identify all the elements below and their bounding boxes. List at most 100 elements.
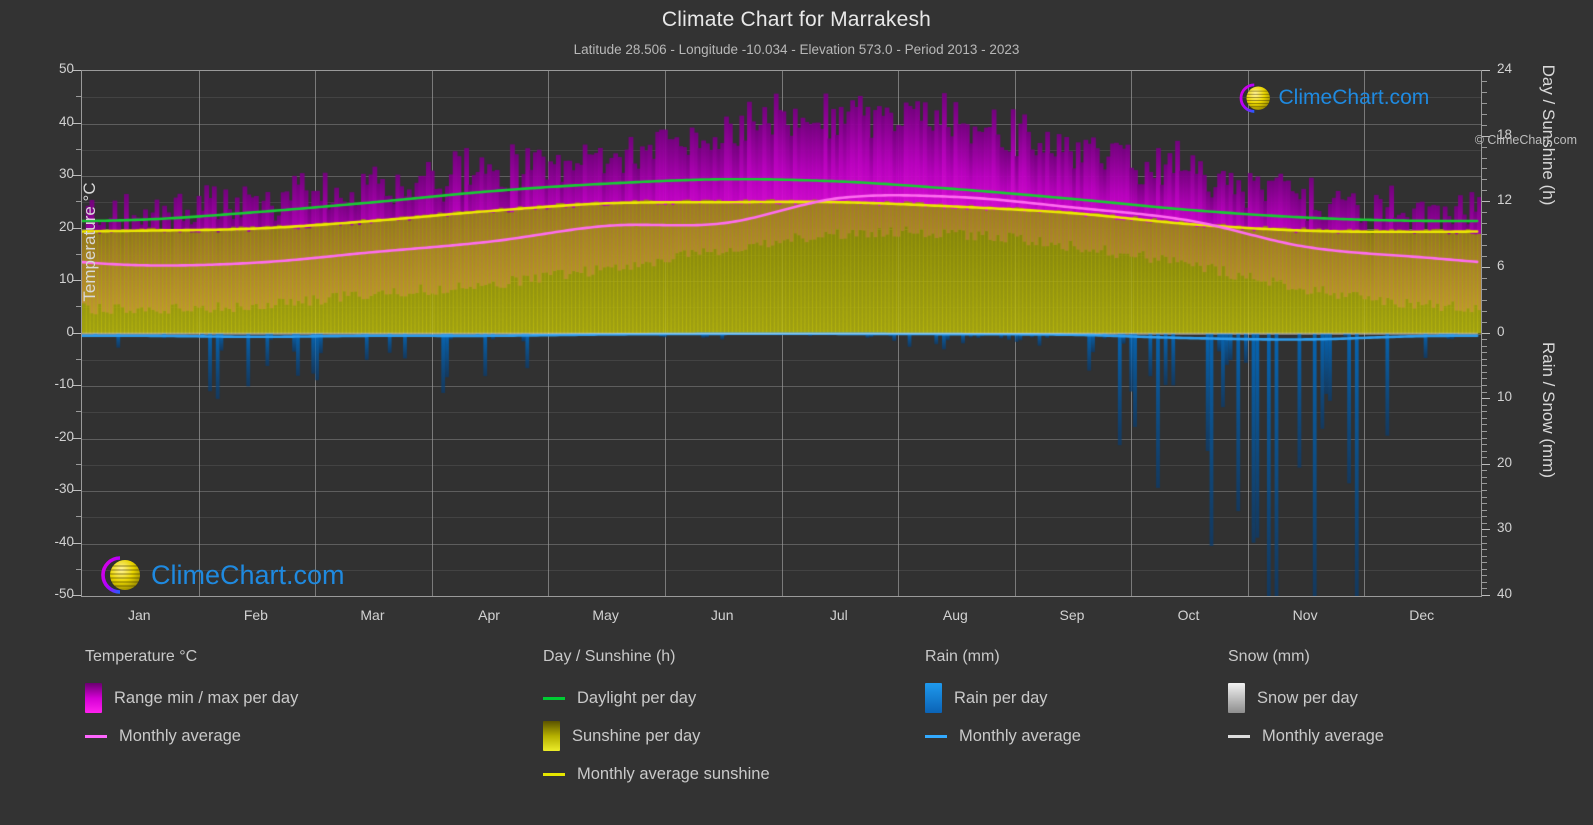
y-axis-tickmark-right <box>1482 70 1490 71</box>
climechart-logo-icon <box>94 553 146 597</box>
x-axis-tick-nov: Nov <box>1260 607 1350 623</box>
legend-group-rain: Rain (mm) Rain per day Monthly average <box>925 648 1081 755</box>
legend-item[interactable]: Range min / max per day <box>85 679 298 717</box>
y-axis-tickmark-right-minor <box>1482 556 1487 557</box>
legend-line-marker <box>543 773 565 776</box>
y-axis-tickmark-right-minor <box>1482 114 1487 115</box>
y-axis-tickmark-right-minor <box>1482 411 1487 412</box>
legend-swatch <box>925 683 942 713</box>
y-axis-tickmark-right-minor <box>1482 490 1487 491</box>
y-axis-tickmark-right-minor <box>1482 359 1487 360</box>
y-axis-tickmark-left-minor <box>76 96 81 97</box>
chart-legend: Temperature °C Range min / max per day Mon… <box>0 648 1593 808</box>
y-axis-tickmark-right-minor <box>1482 378 1487 379</box>
x-axis-tick-apr: Apr <box>444 607 534 623</box>
y-axis-tickmark-left-minor <box>76 516 81 517</box>
legend-line-marker <box>543 697 565 700</box>
y-axis-tick-left: 30 <box>14 166 74 181</box>
y-axis-tickmark-right-minor <box>1482 483 1487 484</box>
y-axis-tickmark-left-minor <box>76 359 81 360</box>
legend-group-snow: Snow (mm)Snow per dayMonthly average <box>1228 648 1384 755</box>
legend-heading: Day / Sunshine (h) <box>543 648 770 666</box>
y-axis-tickmark-right-minor <box>1482 431 1487 432</box>
y-axis-tick-left: -50 <box>14 586 74 601</box>
y-axis-tickmark-right-minor <box>1482 158 1487 159</box>
y-axis-tickmark-right-minor <box>1482 300 1487 301</box>
y-axis-label-temperature: Temperature °C <box>80 142 100 342</box>
y-axis-tickmark-right-minor <box>1482 470 1487 471</box>
x-axis-tick-may: May <box>561 607 651 623</box>
data-layer <box>82 71 1481 596</box>
climechart-wordmark: ClimeChart.com <box>151 560 345 591</box>
legend-heading: Rain (mm) <box>925 648 1081 666</box>
legend-label: Monthly average <box>1262 727 1384 746</box>
y-axis-tickmark-right <box>1482 595 1490 596</box>
y-axis-tickmark-right-minor <box>1482 223 1487 224</box>
y-axis-tick-left: -10 <box>14 376 74 391</box>
legend-label: Monthly average <box>119 727 241 746</box>
y-axis-tickmark-right-minor <box>1482 523 1487 524</box>
y-axis-tickmark-right-minor <box>1482 92 1487 93</box>
legend-item[interactable]: Monthly average <box>85 717 298 755</box>
y-axis-tickmark-right-minor <box>1482 392 1487 393</box>
legend-label: Monthly average <box>959 727 1081 746</box>
y-axis-tickmark-right-minor <box>1482 125 1487 126</box>
legend-label: Snow per day <box>1257 689 1358 708</box>
y-axis-tickmark-left <box>73 123 81 124</box>
y-axis-tickmark-left <box>73 70 81 71</box>
y-axis-tickmark-right-minor <box>1482 438 1487 439</box>
legend-line-marker <box>85 735 107 738</box>
y-axis-tickmark-right-minor <box>1482 497 1487 498</box>
climechart-watermark-small: ClimeChart.com <box>1234 81 1429 115</box>
legend-label: Rain per day <box>954 689 1048 708</box>
y-axis-tickmark-right-minor <box>1482 190 1487 191</box>
legend-item[interactable]: Monthly average <box>1228 717 1384 755</box>
y-axis-tickmark-right-minor <box>1482 365 1487 366</box>
legend-label: Daylight per day <box>577 689 696 708</box>
y-axis-tickmark-right-minor <box>1482 322 1487 323</box>
y-axis-tickmark-right-minor <box>1482 339 1487 340</box>
x-axis-tick-jul: Jul <box>794 607 884 623</box>
y-axis-tickmark-right <box>1482 267 1490 268</box>
legend-item[interactable]: Snow per day <box>1228 679 1384 717</box>
x-axis-tick-mar: Mar <box>327 607 417 623</box>
y-axis-tickmark-left <box>73 543 81 544</box>
legend-group-day-sunshine: Day / Sunshine (h) Daylight per day Sunshi… <box>543 648 770 793</box>
y-axis-tickmark-right-minor <box>1482 346 1487 347</box>
y-axis-tickmark-left-minor <box>76 464 81 465</box>
y-axis-tickmark-left <box>73 438 81 439</box>
legend-item[interactable]: Daylight per day <box>543 679 770 717</box>
y-axis-label-rain-snow: Rain / Snow (mm) <box>1538 310 1558 510</box>
legend-item[interactable]: Rain per day <box>925 679 1081 717</box>
legend-item[interactable]: Sunshine per day <box>543 717 770 755</box>
climechart-watermark-large: ClimeChart.com <box>94 553 345 597</box>
legend-label: Monthly average sunshine <box>577 765 770 784</box>
legend-heading: Temperature °C <box>85 648 298 666</box>
x-axis-tick-jun: Jun <box>677 607 767 623</box>
y-axis-tickmark-right-minor <box>1482 457 1487 458</box>
y-axis-tickmark-right-minor <box>1482 212 1487 213</box>
y-axis-tickmark-right-minor <box>1482 352 1487 353</box>
y-axis-tickmark-right-minor <box>1482 444 1487 445</box>
legend-group-temperature: Temperature °C Range min / max per day Mon… <box>85 648 298 755</box>
y-axis-tick-right-rain: 30 <box>1497 520 1557 535</box>
x-axis-tick-feb: Feb <box>211 607 301 623</box>
climechart-wordmark: ClimeChart.com <box>1278 86 1429 110</box>
x-axis-tick-dec: Dec <box>1377 607 1467 623</box>
climechart-logo-icon <box>1234 81 1275 115</box>
y-axis-tickmark-left-minor <box>76 569 81 570</box>
y-axis-tick-left: 0 <box>14 324 74 339</box>
legend-swatch <box>1228 683 1245 713</box>
legend-item[interactable]: Monthly average sunshine <box>543 755 770 793</box>
y-axis-tickmark-right <box>1482 529 1490 530</box>
legend-swatch <box>85 683 102 713</box>
legend-item[interactable]: Monthly average <box>925 717 1081 755</box>
y-axis-tickmark-right-minor <box>1482 311 1487 312</box>
page-title: Climate Chart for Marrakesh <box>0 8 1593 32</box>
y-axis-tickmark-right-minor <box>1482 516 1487 517</box>
legend-swatch <box>543 721 560 751</box>
page-subtitle: Latitude 28.506 - Longitude -10.034 - El… <box>0 42 1593 57</box>
y-axis-tickmark-left-minor <box>76 411 81 412</box>
y-axis-tickmark-right-minor <box>1482 372 1487 373</box>
y-axis-tickmark-right <box>1482 398 1490 399</box>
